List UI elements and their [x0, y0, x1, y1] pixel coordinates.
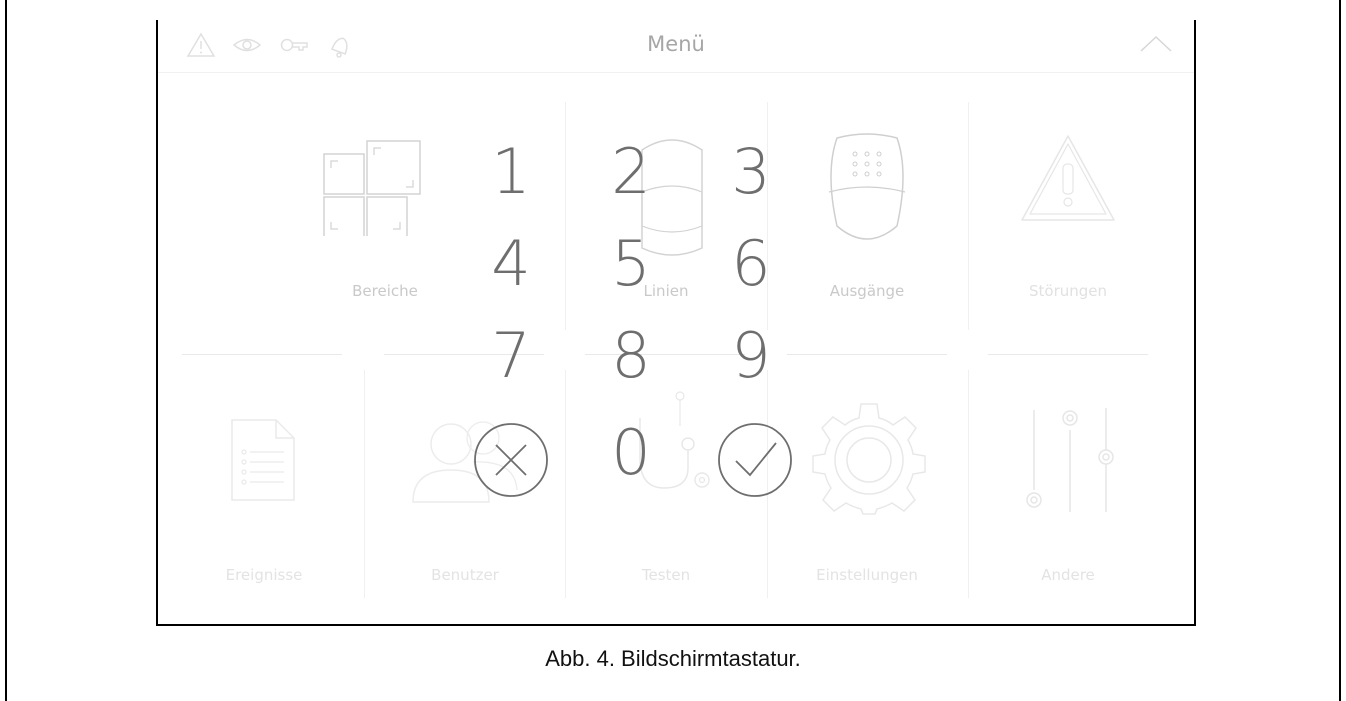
touchscreen-frame: Menü Bereiche Linien Ausgänge Störungen … [156, 20, 1196, 626]
sliders-icon [1026, 408, 1114, 512]
grid-divider [988, 354, 1148, 355]
confirm-icon[interactable] [714, 419, 796, 501]
keypad-key-9[interactable]: 9 [711, 316, 791, 396]
chevron-up-icon[interactable] [1138, 32, 1174, 54]
status-bar: Menü [158, 20, 1194, 73]
keypad-key-1[interactable]: 1 [471, 132, 551, 212]
gear-icon [812, 403, 926, 515]
tile-events[interactable]: Ereignisse [164, 372, 364, 592]
keypad-key-5[interactable]: 5 [591, 224, 671, 304]
keypad-key-3[interactable]: 3 [711, 132, 791, 212]
tile-label: Ausgänge [829, 282, 905, 300]
tile-other[interactable]: Andere [968, 372, 1168, 592]
page-border-left [5, 0, 7, 701]
tile-outputs[interactable]: Ausgänge [767, 110, 967, 310]
keypad-key-2[interactable]: 2 [591, 132, 671, 212]
keypad-key-0[interactable]: 0 [591, 413, 671, 493]
tile-label: Testen [641, 566, 691, 584]
trouble-icon [1021, 135, 1115, 221]
tile-label: Störungen [1028, 282, 1108, 300]
keypad-key-7[interactable]: 7 [471, 316, 551, 396]
figure-caption: Abb. 4. Bildschirmtastatur. [545, 646, 801, 671]
tile-label: Ereignisse [225, 566, 303, 584]
tile-label: Andere [1041, 566, 1095, 584]
keypad-key-4[interactable]: 4 [471, 224, 551, 304]
partitions-icon [323, 140, 421, 236]
tile-troubles[interactable]: Störungen [968, 110, 1168, 310]
tile-label: Einstellungen [816, 566, 918, 584]
keypad-key-8[interactable]: 8 [591, 316, 671, 396]
tile-settings[interactable]: Einstellungen [767, 372, 967, 592]
tile-label: Bereiche [352, 282, 418, 300]
document-list-icon [231, 419, 295, 501]
cancel-icon[interactable] [470, 419, 552, 501]
grid-divider [182, 354, 342, 355]
page-title: Menü [647, 32, 705, 56]
grid-divider [787, 354, 947, 355]
tile-partitions[interactable]: Bereiche [285, 110, 485, 310]
tile-label: Benutzer [431, 566, 499, 584]
keyfob-icon [828, 133, 906, 240]
page-border-right [1339, 0, 1341, 701]
keypad-key-6[interactable]: 6 [711, 224, 791, 304]
